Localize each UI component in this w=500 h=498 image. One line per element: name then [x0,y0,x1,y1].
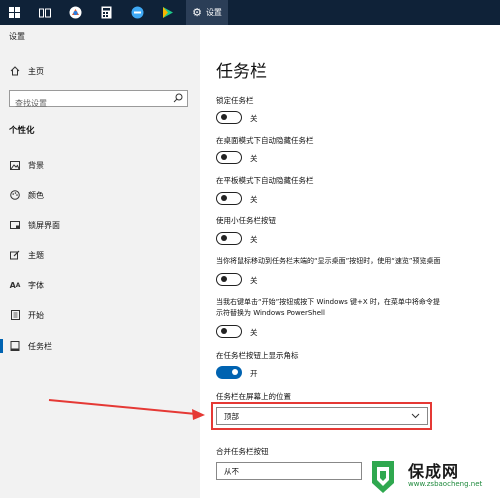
watermark-name: 保成网 [408,462,460,481]
combine-value: 从不 [224,467,239,476]
combine-dropdown[interactable]: 从不 [216,462,362,480]
combine-label: 合并任务栏按钮 [216,447,269,456]
watermark-url: www.zsbaocheng.net [408,480,483,488]
annotation-arrow [48,399,205,420]
